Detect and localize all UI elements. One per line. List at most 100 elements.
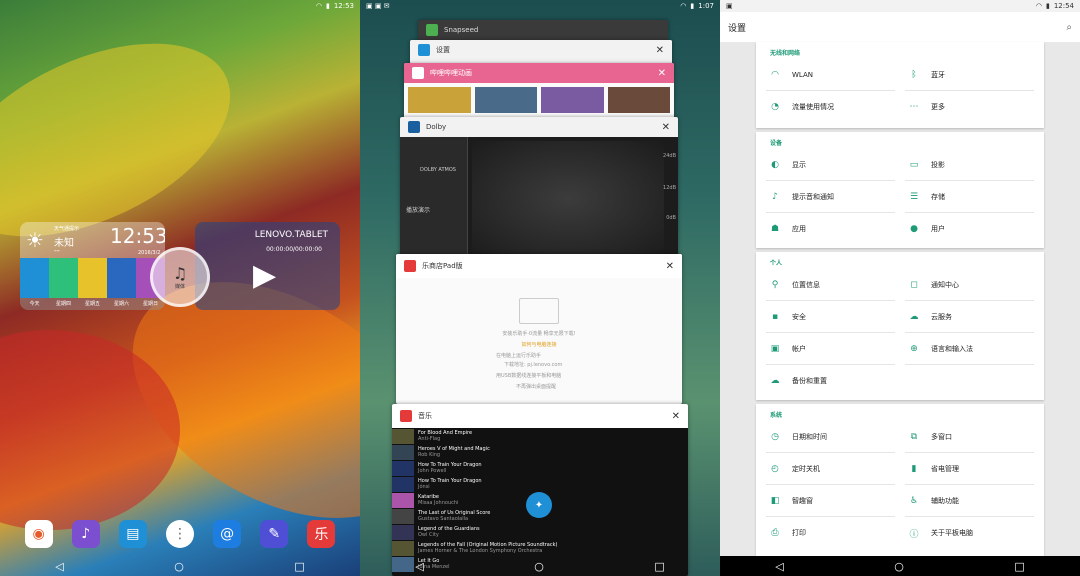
recents-icon[interactable]: □: [654, 560, 664, 573]
item-label: 流量使用情况: [792, 103, 834, 111]
cloud-icon: ☁: [909, 311, 919, 322]
item-label: 应用: [792, 225, 806, 233]
page-title: 设置: [728, 23, 747, 34]
weather-temp: --: [54, 246, 60, 255]
equalizer[interactable]: [472, 141, 664, 256]
settings-item-accessibility[interactable]: ♿ 辅助功能: [905, 485, 1034, 517]
settings-item-storage[interactable]: ☰ 存储: [905, 181, 1034, 213]
settings-item-users[interactable]: ● 用户: [905, 213, 1034, 245]
recent-card-music[interactable]: 音乐 ✕ For Blood And Empire Anti-Flag Heroes…: [392, 404, 688, 576]
close-icon[interactable]: ✕: [672, 411, 680, 422]
dont-show-checkbox[interactable]: 不再弹出桌面提醒: [396, 383, 682, 390]
recent-card-snapseed[interactable]: Snapseed: [418, 20, 668, 40]
person-icon: ●: [910, 224, 918, 234]
close-icon[interactable]: ✕: [656, 45, 664, 56]
back-icon[interactable]: ◁: [775, 560, 783, 573]
clear-all-button[interactable]: ✦: [526, 492, 552, 518]
settings-item-multiwindow[interactable]: ⧉ 多窗口: [905, 421, 1034, 453]
settings-item-smart-window[interactable]: ◧ 智趣窗: [766, 485, 895, 517]
settings-item-power-saving[interactable]: ▮ 省电管理: [905, 453, 1034, 485]
track-row[interactable]: Heroes V of Might and Magic Rob King: [392, 444, 688, 460]
settings-item-cast[interactable]: ▭ 投影: [905, 149, 1034, 181]
item-label: 投影: [931, 160, 945, 169]
section-header: 系统: [770, 412, 783, 419]
music-widget[interactable]: LENOVO.TABLET 00:00:00/00:00:00 ▶: [195, 222, 340, 310]
track-row[interactable]: How To Train Your Dragon John Powell: [392, 460, 688, 476]
step-text: 用USB数据线连接平板和电脑: [496, 373, 562, 379]
snapseed-icon: [426, 24, 438, 36]
note-app-icon[interactable]: ✎: [260, 520, 289, 548]
settings-item-security[interactable]: ▪ 安全: [766, 301, 895, 333]
recents-icon[interactable]: □: [1014, 560, 1024, 573]
track-artist: Anti-Flag: [418, 436, 441, 442]
clock-icon: ◷: [771, 431, 779, 442]
home-icon[interactable]: ○: [534, 560, 544, 573]
settings-item-about[interactable]: ⓘ 关于平板电脑: [905, 517, 1034, 549]
close-icon[interactable]: ✕: [662, 122, 670, 133]
settings-item-scheduled-power[interactable]: ◴ 定时关机: [766, 453, 895, 485]
track-row[interactable]: Legend of the Guardians Owl City: [392, 524, 688, 540]
settings-item-notifications[interactable]: ◻ 通知中心: [905, 269, 1034, 301]
settings-item-language[interactable]: ⊕ 语言和输入法: [905, 333, 1034, 365]
track-row[interactable]: For Blood And Empire Anti-Flag: [392, 428, 688, 444]
settings-item-sound[interactable]: ♪ 提示音和通知: [766, 181, 895, 213]
item-label: 省电管理: [931, 464, 959, 473]
track-row[interactable]: How To Train Your Dragon Jónsi: [392, 476, 688, 492]
close-icon[interactable]: ✕: [666, 261, 674, 272]
item-label: 提示音和通知: [792, 192, 834, 201]
settings-item-cloud[interactable]: ☁ 云服务: [905, 301, 1034, 333]
item-label: 云服务: [931, 312, 952, 321]
back-icon[interactable]: ◁: [55, 560, 63, 573]
apps-drawer-icon[interactable]: ⋮: [165, 520, 194, 548]
track-row[interactable]: Legends of the Fall (Original Motion Pic…: [392, 540, 688, 556]
back-icon[interactable]: ◁: [415, 560, 423, 573]
search-icon[interactable]: ⌕: [1066, 22, 1072, 33]
connect-link[interactable]: 如何与电脑连接: [396, 341, 682, 348]
settings-item-print[interactable]: ⎙ 打印: [766, 517, 895, 549]
accessibility-icon: ♿: [909, 495, 919, 506]
email-app-icon[interactable]: @: [213, 520, 242, 548]
item-label: 定时关机: [792, 464, 820, 473]
settings-item-wlan[interactable]: ◠ WLAN: [766, 59, 895, 91]
recents-screen: ▣ ▣ ✉ ◠ ▮ 1:07 Snapseed 设置 ✕ 哔哩哔哩动画 ✕ Dolby ✕ …: [360, 0, 720, 576]
card-title: 乐商店Pad版: [422, 262, 463, 270]
recent-card-bilibili[interactable]: 哔哩哔哩动画 ✕: [404, 63, 674, 119]
settings-item-display[interactable]: ◐ 显示: [766, 149, 895, 181]
media-button[interactable]: ♫ 媒体: [150, 247, 210, 307]
card-title: Dolby: [426, 123, 447, 131]
settings-item-data-usage[interactable]: ◔ 流量使用情况: [766, 91, 895, 123]
presentation-app-icon[interactable]: ▤: [118, 520, 147, 548]
music-app-icon[interactable]: ♪: [71, 520, 100, 548]
weather-title: 天气通提示: [54, 226, 80, 232]
weather-music-widget: ☀ 天气通提示 未知 -- 12:53 2016/3/2 今天 星期四 星期五 …: [20, 222, 340, 312]
home-icon[interactable]: ○: [174, 560, 184, 573]
settings-item-accounts[interactable]: ▣ 帐户: [766, 333, 895, 365]
recent-card-appstore[interactable]: 乐商店Pad版 ✕ 安装乐助手·0流量 畅享无限下载! 如何与电脑连接 在电脑上运…: [396, 254, 682, 404]
section-header: 无线和网络: [770, 50, 801, 57]
recents-icon[interactable]: □: [294, 560, 304, 573]
settings-item-bluetooth[interactable]: ᛒ 蓝牙: [905, 59, 1034, 91]
close-icon[interactable]: ✕: [658, 68, 666, 79]
recent-card-settings[interactable]: 设置 ✕: [410, 40, 672, 64]
settings-item-apps[interactable]: ☗ 应用: [766, 213, 895, 245]
track-artist: James Horner & The London Symphony Orche…: [418, 548, 543, 554]
settings-item-backup[interactable]: ☁ 备份和重置: [766, 365, 895, 397]
item-label: 通知中心: [931, 280, 959, 289]
settings-item-datetime[interactable]: ◷ 日期和时间: [766, 421, 895, 453]
recent-card-dolby[interactable]: Dolby ✕ DOLBY ATMOS 播放演示 24dB 12dB 0dB: [400, 117, 678, 262]
settings-item-location[interactable]: ⚲ 位置信息: [766, 269, 895, 301]
weather-widget[interactable]: ☀ 天气通提示 未知 -- 12:53 2016/3/2 今天 星期四 星期五 …: [20, 222, 165, 310]
play-icon[interactable]: ▶: [253, 258, 276, 293]
status-time: 12:54: [1053, 2, 1074, 10]
promo-text: 安装乐助手·0流量 畅享无限下载!: [502, 331, 576, 337]
settings-item-more[interactable]: ⋯ 更多: [905, 91, 1034, 123]
db-label: 12dB: [663, 185, 676, 191]
home-icon[interactable]: ○: [894, 560, 904, 573]
item-label: 更多: [931, 103, 945, 111]
app-store-icon[interactable]: 乐: [307, 520, 336, 548]
dolby-demo-menu[interactable]: 播放演示: [406, 205, 467, 214]
item-label: 智趣窗: [792, 496, 813, 505]
section-wireless: 无线和网络 ◠ WLAN ᛒ 蓝牙 ◔ 流量使用情况 ⋯ 更多: [756, 42, 1044, 128]
timer-icon: ◴: [771, 463, 779, 474]
camera-app-icon[interactable]: ◉: [24, 520, 53, 548]
